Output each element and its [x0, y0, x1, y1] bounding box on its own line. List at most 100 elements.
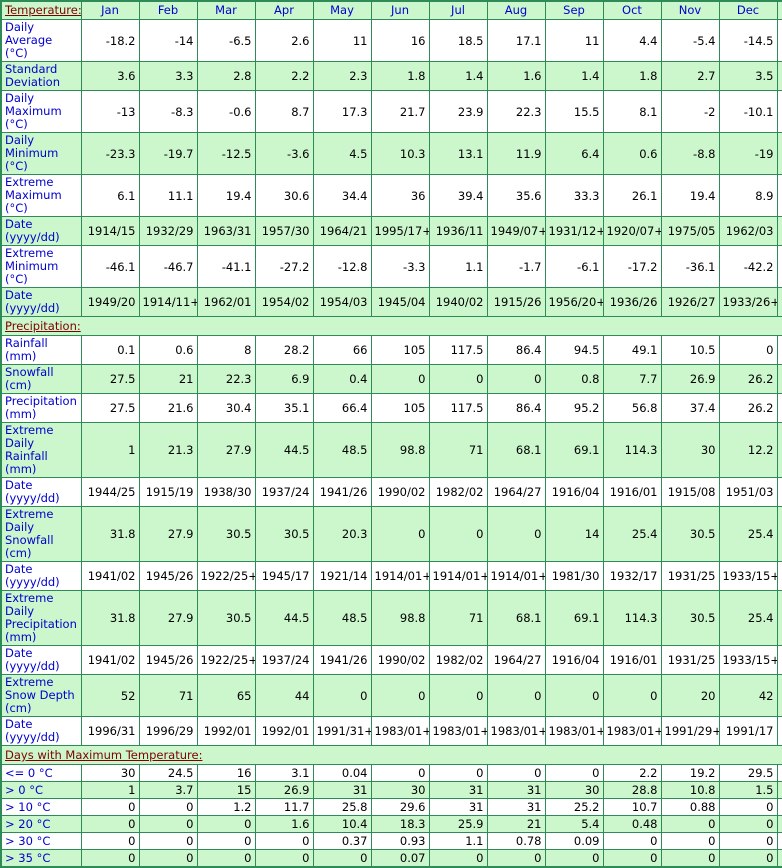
cell-30-c-year: [776, 832, 782, 850]
cell-extreme-daily-precipitation-mm-aug: 68.1: [486, 590, 546, 646]
cell-35-c-jun: 0.07: [370, 849, 430, 868]
cell-10-c-oct: 10.7: [602, 798, 662, 816]
column-header-year: Year: [776, 0, 782, 20]
cell-daily-average-c-aug: 17.1: [486, 19, 546, 62]
cell-extreme-daily-rainfall-mm-year: [776, 422, 782, 478]
row-label-precipitation-mm: Precipitation (mm): [0, 393, 82, 423]
cell-0-c-apr: 26.9: [254, 781, 314, 799]
cell-standard-deviation-may: 2.3: [312, 61, 372, 91]
cell-extreme-daily-precipitation-mm-oct: 114.3: [602, 590, 662, 646]
column-header-dec: Dec: [718, 0, 778, 20]
section-banner-row: Days with Maximum Temperature:: [0, 745, 782, 765]
cell-date-yyyy-dd-dec: 1933/15+: [718, 645, 778, 675]
cell-date-yyyy-dd-apr: 1937/24: [254, 477, 314, 507]
cell-precipitation-mm-jan: 27.5: [80, 393, 140, 423]
column-header-aug: Aug: [486, 0, 546, 20]
cell-35-c-feb: 0: [138, 849, 198, 868]
cell-0-c-feb: 24.5: [138, 764, 198, 782]
table-row: Extreme Daily Rainfall (mm) 1 21.3 27.9 44.5…: [0, 422, 782, 478]
cell-0-c-may: 31: [312, 781, 372, 799]
cell-date-yyyy-dd-apr: 1954/02: [254, 287, 314, 317]
row-label-0-c: <= 0 °C: [0, 764, 82, 782]
cell-standard-deviation-nov: 2.7: [660, 61, 720, 91]
cell-date-yyyy-dd-oct: 1932/17: [602, 561, 662, 591]
cell-date-yyyy-dd-year: [776, 561, 782, 591]
cell-rainfall-mm-feb: 0.6: [138, 335, 198, 365]
cell-35-c-sep: 0: [544, 849, 604, 868]
cell-date-yyyy-dd-aug: 1983/01+: [486, 716, 546, 746]
cell-date-yyyy-dd-aug: 1915/26: [486, 287, 546, 317]
cell-date-yyyy-dd-jul: 1936/11: [428, 216, 488, 246]
cell-extreme-maximum-c-mar: 19.4: [196, 174, 256, 217]
cell-extreme-minimum-c-oct: -17.2: [602, 245, 662, 288]
row-label-0-c: > 0 °C: [0, 781, 82, 799]
table-row: Extreme Snow Depth (cm) 52 71 65 44 0 0 0 0 0 0 20 4…: [0, 674, 782, 717]
cell-date-yyyy-dd-sep: 1981/30: [544, 561, 604, 591]
cell-extreme-daily-snowfall-cm-aug: 0: [486, 506, 546, 562]
cell-extreme-daily-snowfall-cm-year: [776, 506, 782, 562]
cell-0-c-year: [776, 764, 782, 782]
cell-date-yyyy-dd-may: 1941/26: [312, 645, 372, 675]
column-header-feb: Feb: [138, 0, 198, 20]
cell-date-yyyy-dd-jan: 1949/20: [80, 287, 140, 317]
cell-extreme-minimum-c-may: -12.8: [312, 245, 372, 288]
cell-0-c-mar: 16: [196, 764, 256, 782]
cell-10-c-mar: 1.2: [196, 798, 256, 816]
cell-35-c-oct: 0: [602, 849, 662, 868]
cell-extreme-minimum-c-jun: -3.3: [370, 245, 430, 288]
cell-extreme-daily-rainfall-mm-jun: 98.8: [370, 422, 430, 478]
cell-daily-maximum-c-oct: 8.1: [602, 90, 662, 133]
column-header-jul: Jul: [428, 0, 488, 20]
cell-10-c-dec: 0: [718, 798, 778, 816]
cell-10-c-may: 25.8: [312, 798, 372, 816]
cell-date-yyyy-dd-jul: 1914/01+: [428, 561, 488, 591]
column-header-oct: Oct: [602, 0, 662, 20]
cell-rainfall-mm-jan: 0.1: [80, 335, 140, 365]
cell-daily-minimum-c-mar: -12.5: [196, 132, 256, 175]
cell-35-c-jul: 0: [428, 849, 488, 868]
cell-extreme-snow-depth-cm-feb: 71: [138, 674, 198, 717]
table-row: Extreme Minimum (°C) -46.1 -46.7 -41.1 -27.2…: [0, 245, 782, 288]
cell-extreme-daily-snowfall-cm-sep: 14: [544, 506, 604, 562]
cell-date-yyyy-dd-may: 1991/31+: [312, 716, 372, 746]
column-header-nov: Nov: [660, 0, 720, 20]
row-label-date-yyyy-dd: Date (yyyy/dd): [0, 216, 82, 246]
cell-date-yyyy-dd-feb: 1915/19: [138, 477, 198, 507]
cell-daily-average-c-feb: -14: [138, 19, 198, 62]
cell-snowfall-cm-jun: 0: [370, 364, 430, 394]
cell-precipitation-mm-dec: 26.2: [718, 393, 778, 423]
table-row: Standard Deviation 3.6 3.3 2.8 2.2 2.3 1.8 1.4 1…: [0, 61, 782, 91]
cell-35-c-nov: 0: [660, 849, 720, 868]
cell-0-c-jan: 1: [80, 781, 140, 799]
cell-date-yyyy-dd-jun: 1995/17+: [370, 216, 430, 246]
table-row: Date (yyyy/dd) 1944/25 1915/19 1938/30 1937/…: [0, 477, 782, 507]
cell-date-yyyy-dd-year: [776, 645, 782, 675]
cell-standard-deviation-oct: 1.8: [602, 61, 662, 91]
cell-extreme-snow-depth-cm-jan: 52: [80, 674, 140, 717]
cell-daily-maximum-c-nov: -2: [660, 90, 720, 133]
row-label-daily-minimum-c: Daily Minimum (°C): [0, 132, 82, 175]
cell-30-c-jul: 1.1: [428, 832, 488, 850]
cell-date-yyyy-dd-sep: 1916/04: [544, 645, 604, 675]
table-header-row: Temperature: Jan Feb Mar Apr May Jun Jul Aug Sep O…: [0, 0, 782, 20]
cell-20-c-apr: 1.6: [254, 815, 314, 833]
cell-extreme-daily-rainfall-mm-may: 48.5: [312, 422, 372, 478]
cell-date-yyyy-dd-nov: 1991/29+: [660, 716, 720, 746]
cell-0-c-oct: 28.8: [602, 781, 662, 799]
cell-extreme-snow-depth-cm-aug: 0: [486, 674, 546, 717]
cell-20-c-oct: 0.48: [602, 815, 662, 833]
section-banner-row: Precipitation:: [0, 316, 782, 336]
cell-35-c-jan: 0: [80, 849, 140, 868]
cell-date-yyyy-dd-apr: 1945/17: [254, 561, 314, 591]
table-row: Extreme Daily Snowfall (cm) 31.8 27.9 30.5 3…: [0, 506, 782, 562]
cell-10-c-sep: 25.2: [544, 798, 604, 816]
cell-10-c-jan: 0: [80, 798, 140, 816]
cell-rainfall-mm-sep: 94.5: [544, 335, 604, 365]
cell-extreme-maximum-c-jan: 6.1: [80, 174, 140, 217]
cell-rainfall-mm-year: [776, 335, 782, 365]
cell-standard-deviation-mar: 2.8: [196, 61, 256, 91]
cell-30-c-feb: 0: [138, 832, 198, 850]
cell-daily-average-c-sep: 11: [544, 19, 604, 62]
cell-precipitation-mm-nov: 37.4: [660, 393, 720, 423]
cell-daily-minimum-c-sep: 6.4: [544, 132, 604, 175]
